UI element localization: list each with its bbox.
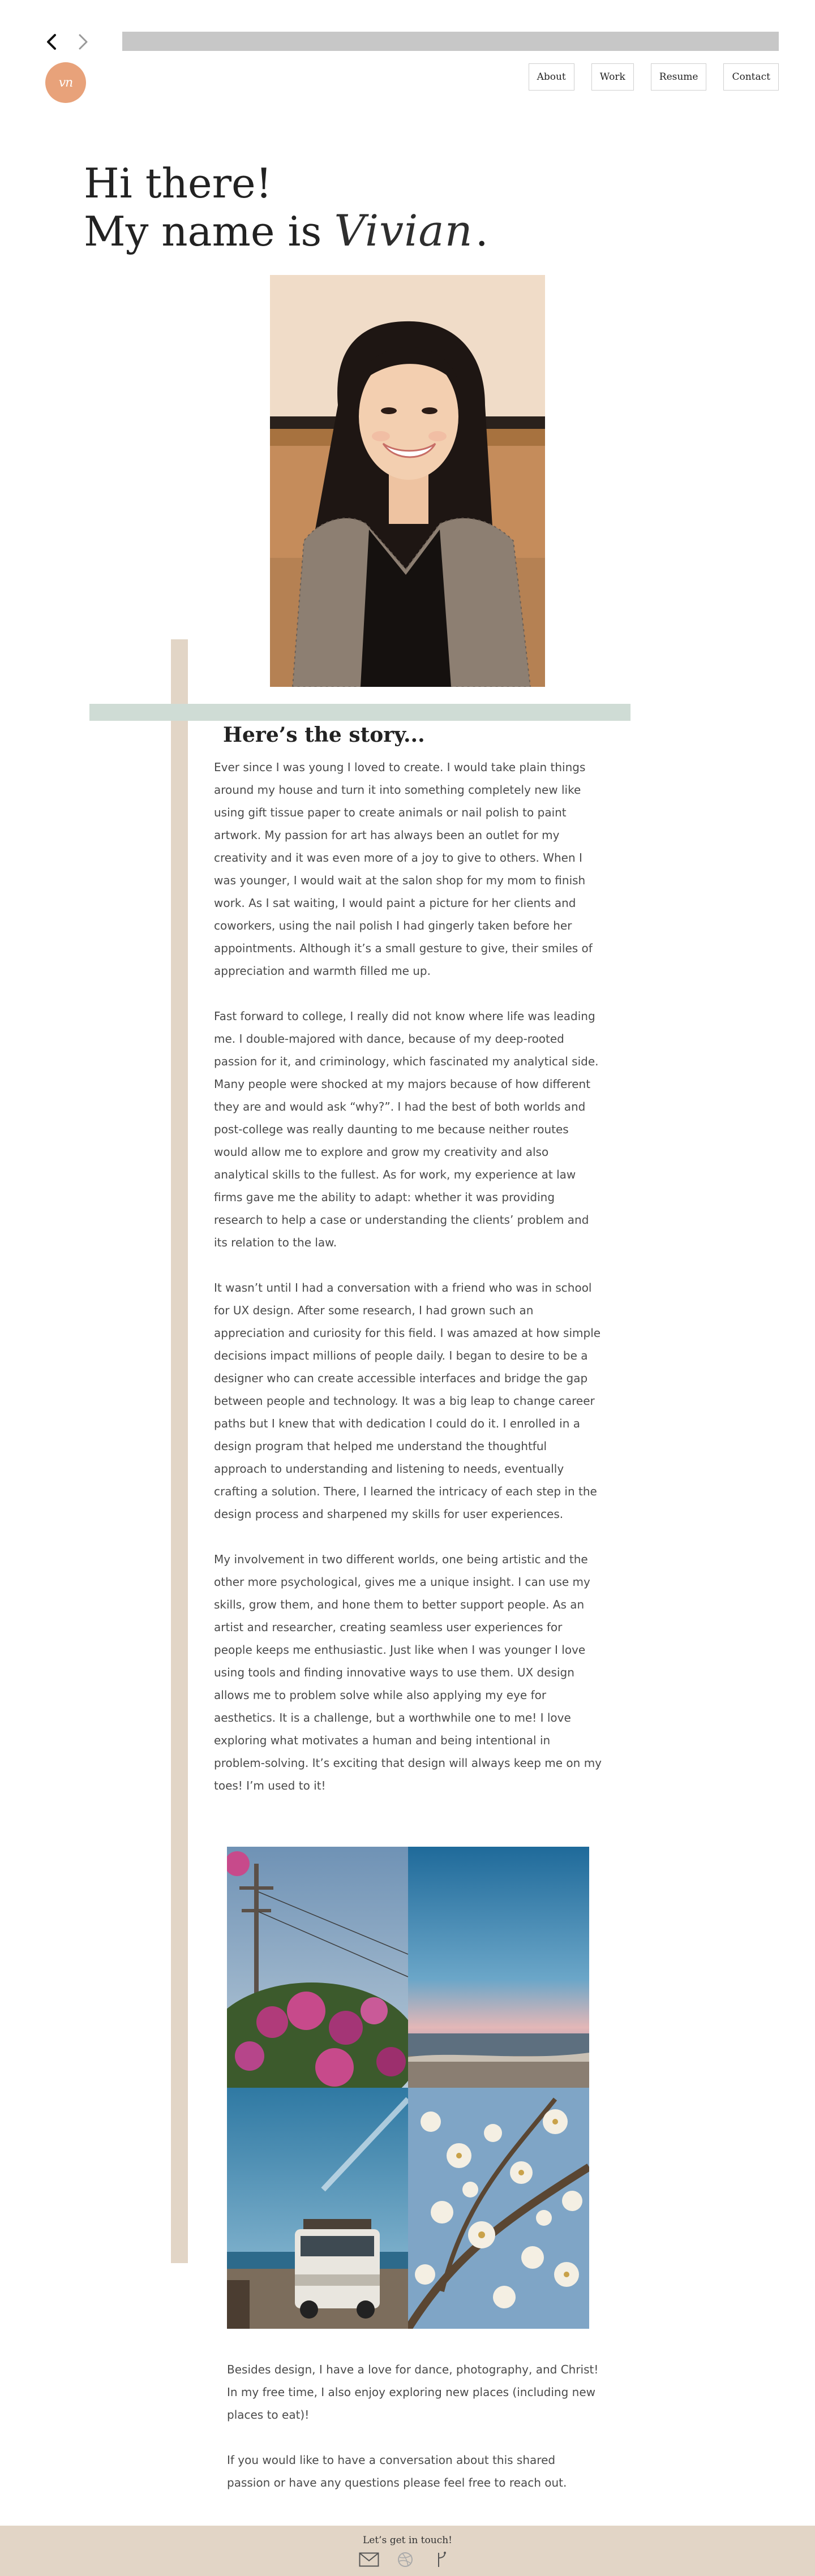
story-paragraph: It wasn’t until I had a conversation wit…: [214, 1281, 601, 1521]
photo-grid: [227, 1847, 589, 2329]
dribbble-icon[interactable]: [394, 2549, 417, 2570]
figma-icon[interactable]: [430, 2549, 453, 2570]
decorative-horizontal-bar: [89, 704, 630, 721]
logo[interactable]: vn: [45, 62, 86, 103]
decorative-vertical-bar: [171, 639, 188, 2263]
mail-icon[interactable]: [358, 2549, 380, 2570]
portrait-photo: [270, 275, 545, 687]
outro-paragraph: If you would like to have a conversation…: [227, 2453, 567, 2489]
hero-line-2: My name is Vivian .: [84, 205, 488, 256]
photo-white-blossoms: [408, 2088, 589, 2329]
footer-social-links: [358, 2549, 453, 2570]
nav-work-button[interactable]: Work: [591, 63, 634, 91]
hero-name: Vivian: [334, 205, 473, 256]
nav-contact-button[interactable]: Contact: [723, 63, 779, 91]
story-paragraph: Fast forward to college, I really did no…: [214, 1009, 599, 1249]
chevron-right-icon[interactable]: [77, 33, 89, 51]
portrait-illustration: [270, 275, 545, 687]
chevron-left-icon[interactable]: [45, 33, 58, 51]
hero-line-2-prefix: My name is: [84, 208, 322, 255]
story-paragraph: Ever since I was young I loved to create…: [214, 760, 593, 978]
logo-monogram: vn: [58, 75, 74, 90]
photo-ocean-sunset: [408, 1847, 589, 2088]
hero-heading: Hi there! My name is Vivian .: [84, 160, 488, 255]
story-title: Here’s the story...: [223, 723, 425, 747]
story-body: Ever since I was young I loved to create…: [214, 756, 602, 1820]
outro-body: Besides design, I have a love for dance,…: [227, 2358, 600, 2517]
footer: Let’s get in touch!: [0, 2526, 815, 2576]
story-paragraph: My involvement in two different worlds, …: [214, 1553, 602, 1792]
outro-paragraph: Besides design, I have a love for dance,…: [227, 2363, 599, 2422]
hero-line-1: Hi there!: [84, 160, 272, 207]
hero-period: .: [475, 208, 488, 255]
browser-nav: [45, 33, 89, 51]
photo-van-beach: [227, 2088, 408, 2329]
footer-title: Let’s get in touch!: [363, 2535, 452, 2546]
address-bar[interactable]: [122, 32, 779, 51]
photo-flowers-pole: [227, 1847, 408, 2088]
nav-resume-button[interactable]: Resume: [650, 63, 707, 91]
main-nav: About Work Resume Contact: [528, 63, 779, 91]
nav-about-button[interactable]: About: [528, 63, 574, 91]
